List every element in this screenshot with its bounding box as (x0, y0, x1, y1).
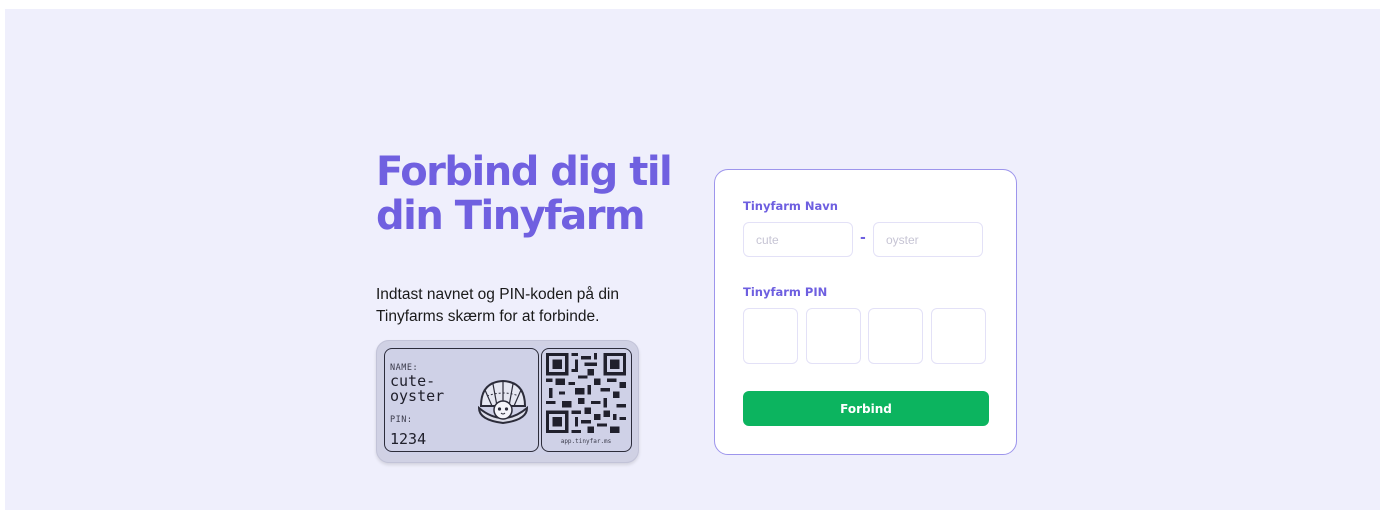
pin-digit-3-input[interactable] (868, 308, 923, 364)
device-screen: NAME: cute- oyster PIN: 1234 app.tinyfar… (383, 346, 633, 455)
device-pin-label: PIN: (390, 415, 413, 425)
pin-digit-1-input[interactable] (743, 308, 798, 364)
connect-button[interactable]: Forbind (743, 391, 989, 426)
page-background (5, 9, 1380, 510)
device-pin-value: 1234 (390, 430, 427, 448)
device-illustration: NAME: cute- oyster PIN: 1234 app.tinyfar… (376, 340, 639, 463)
device-name-value: cute- oyster (390, 372, 445, 405)
page-title: Forbind dig til din Tinyfarm (376, 149, 673, 239)
device-qr-panel: app.tinyfar.ms (541, 348, 632, 452)
instructions-text: Indtast navnet og PIN-koden på din Tinyf… (376, 286, 619, 325)
name-first-input[interactable] (743, 222, 853, 257)
pin-field-label: Tinyfarm PIN (743, 285, 828, 299)
device-url-label: app.tinyfar.ms (560, 438, 612, 445)
name-separator: - (860, 230, 866, 246)
oyster-icon (477, 379, 529, 425)
connect-form-card: Tinyfarm Navn - Tinyfarm PIN Forbind (714, 169, 1017, 455)
name-second-input[interactable] (873, 222, 983, 257)
name-field-label: Tinyfarm Navn (743, 199, 838, 213)
pin-digit-4-input[interactable] (931, 308, 986, 364)
device-info-panel: NAME: cute- oyster PIN: 1234 (384, 348, 539, 452)
qr-code-icon (546, 353, 626, 433)
pin-digit-2-input[interactable] (806, 308, 861, 364)
